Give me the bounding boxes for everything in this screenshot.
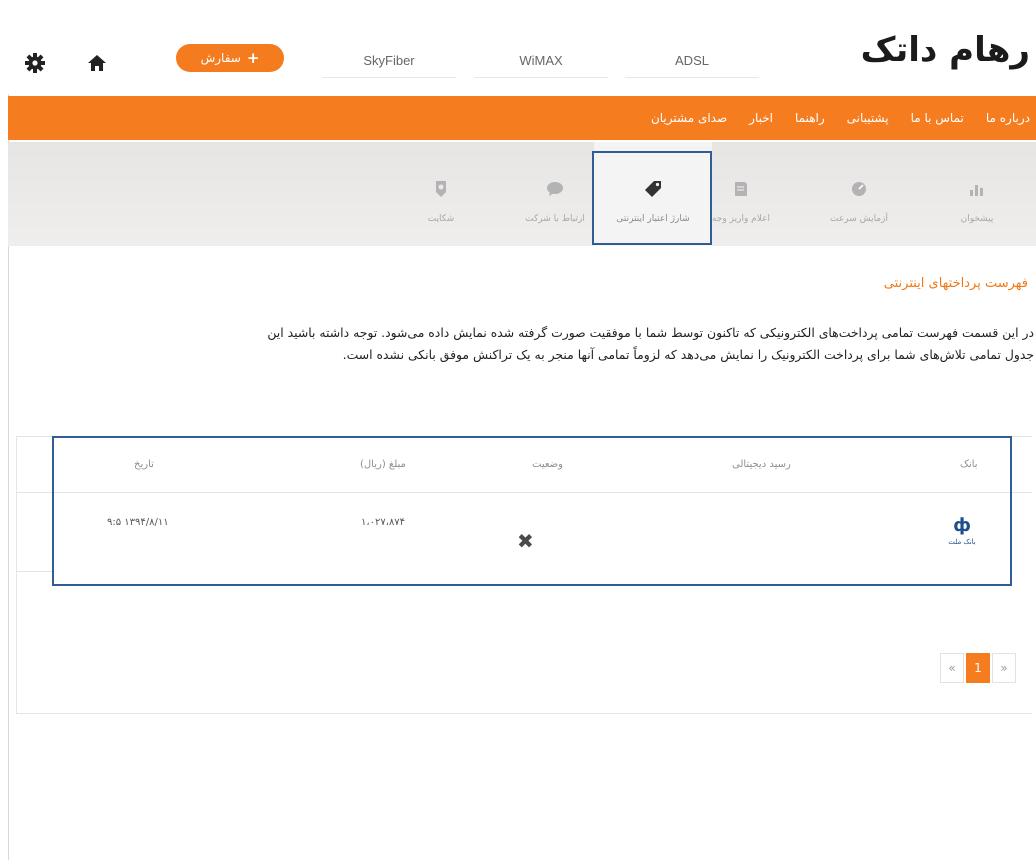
bank-mellat-icon: ф (953, 515, 971, 536)
payments-table: بانک رسید دیجیتالی وضعیت مبلغ (ریال) تار… (16, 436, 1032, 714)
tab-label: پیشخوان (960, 214, 994, 224)
nav-item-about[interactable]: درباره ما (986, 111, 1030, 125)
nav-item-customer-voice[interactable]: صدای مشتریان (651, 111, 727, 125)
tab-speed-test[interactable]: آزمایش سرعت (800, 142, 918, 246)
pagination: « 1 » (938, 653, 1016, 683)
speedometer-icon (847, 178, 871, 200)
pagination-next[interactable]: » (992, 653, 1016, 683)
chart-icon (965, 178, 989, 200)
receipt-icon (729, 178, 753, 200)
tab-label: شکایت (427, 214, 455, 224)
description-line: در این قسمت فهرست تمامی پرداخت‌های الکتر… (267, 325, 1034, 340)
cell-amount: ۱،۰۲۷،۸۷۴ (361, 517, 406, 528)
nav-item-news[interactable]: اخبار (749, 111, 773, 125)
tab-contact-company[interactable]: ارتباط با شرکت (496, 142, 614, 246)
bank-name: بانک ملت (948, 538, 976, 546)
order-button[interactable]: + سفارش (176, 44, 284, 72)
column-header-status: وضعیت (532, 459, 563, 470)
table-header-row: بانک رسید دیجیتالی وضعیت مبلغ (ریال) تار… (17, 437, 1032, 493)
tab-dashboard[interactable]: پیشخوان (918, 142, 1036, 246)
row-divider (17, 571, 53, 572)
section-title: فهرست پرداختهای اینترنتی (883, 276, 1028, 291)
tab-label: اعلام واریز وجه (712, 214, 770, 224)
home-icon[interactable] (86, 52, 108, 74)
bank-logo: ф بانک ملت (948, 515, 976, 547)
tab-label: آزمایش سرعت (830, 214, 888, 224)
nav-item-support[interactable]: پشتیبانی (847, 111, 889, 125)
pagination-current-page[interactable]: 1 (966, 653, 990, 683)
description-line: جدول تمامی تلاش‌های شما برای پرداخت الکت… (342, 347, 1034, 362)
order-button-label: سفارش (200, 51, 241, 65)
plus-icon: + (246, 49, 260, 67)
main-nav: درباره ما تماس با ما پشتیبانی راهنما اخب… (8, 96, 1036, 140)
page-description: در این قسمت فهرست تمامی پرداخت‌های الکتر… (4, 322, 1034, 366)
pagination-prev[interactable]: « (940, 653, 964, 683)
site-header: رهام داتک ADSL WiMAX SkyFiber + سفارش (8, 8, 1036, 94)
chat-bubble-icon (543, 178, 567, 200)
failed-status-icon: ✖ (517, 529, 534, 553)
tag-icon (641, 178, 665, 200)
nav-item-contact[interactable]: تماس با ما (911, 111, 964, 125)
gear-icon[interactable] (24, 52, 46, 74)
service-tab-wimax[interactable]: WiMAX (474, 44, 608, 78)
service-tab-skyfiber[interactable]: SkyFiber (322, 44, 456, 78)
panel-tabs: پیشخوان آزمایش سرعت اعلام واریز وجه شارژ… (8, 142, 1036, 246)
tab-label: ارتباط با شرکت (525, 214, 585, 224)
tab-label: شارژ اعتبار اینترنتی (616, 214, 690, 224)
column-header-amount: مبلغ (ریال) (360, 459, 406, 470)
tab-complaint[interactable]: شکایت (382, 142, 500, 246)
badge-icon (429, 178, 453, 200)
cell-date: ۹:۵ ۱۳۹۴/۸/۱۱ (107, 517, 169, 528)
site-logo[interactable]: رهام داتک (861, 30, 1031, 70)
column-header-receipt: رسید دیجیتالی (732, 459, 791, 470)
column-header-date: تاریخ (134, 459, 154, 470)
nav-item-guide[interactable]: راهنما (795, 111, 825, 125)
service-tab-adsl[interactable]: ADSL (625, 44, 759, 78)
column-header-bank: بانک (960, 459, 978, 470)
